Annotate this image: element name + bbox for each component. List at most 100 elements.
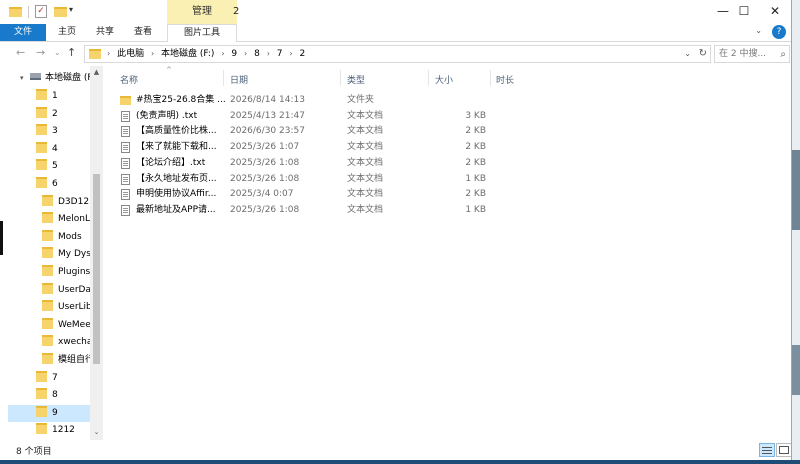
close-button[interactable]: ✕ [752,0,791,24]
navigation-pane: 本地磁盘 (F ▾ 1 2 3 4 5 6D3D12 MelonLo Mods My Dyst P… [0,66,104,440]
collapse-drive-icon[interactable]: ▾ [20,70,30,87]
tab-file[interactable]: 文件 [0,24,46,41]
nav-item-folder[interactable]: 9 [8,404,90,422]
breadcrumb-2[interactable]: 2 [299,49,305,59]
breadcrumb-9[interactable]: 9 [231,49,237,59]
file-row[interactable]: 最新地址及APP请... 2025/3/26 1:08 文本文档 1 KB [116,203,496,218]
help-icon[interactable]: ? [772,25,786,39]
folder-icon [42,353,53,364]
scroll-thumb[interactable] [93,174,100,364]
manage-context-tab[interactable]: 管理 [167,0,237,24]
nav-item-folder[interactable]: 模组自行 [42,352,90,369]
breadcrumb-separator[interactable]: › [151,49,154,58]
scroll-down-icon[interactable]: ⌄ [90,428,103,436]
tab-view[interactable]: 查看 [126,24,160,41]
quick-access-dropdown-icon[interactable]: ▾ [69,5,73,14]
breadcrumb-7[interactable]: 7 [277,49,283,59]
file-date: 2025/3/26 1:08 [230,204,300,215]
up-button[interactable]: ↑ [67,46,76,59]
breadcrumb-drive-f[interactable]: 本地磁盘 (F:) [161,49,214,59]
nav-item-folder[interactable]: Plugins [42,264,90,281]
file-type: 文本文档 [347,142,384,153]
tab-share[interactable]: 共享 [88,24,122,41]
nav-item-label: 1 [52,91,58,101]
back-button[interactable]: ← [16,46,25,59]
new-folder-icon[interactable] [54,7,67,17]
nav-item-label: 5 [52,161,58,172]
item-count: 8 个项目 [16,447,52,457]
nav-item-label: 9 [52,407,58,418]
folder-icon [9,7,22,17]
breadcrumb-8[interactable]: 8 [254,49,260,59]
column-header-date[interactable]: 日期 [230,73,248,86]
nav-item-folder[interactable]: 1212 [36,422,90,439]
file-row[interactable]: (免责声明) .txt 2025/4/13 21:47 文本文档 3 KB [116,109,496,124]
recent-locations-icon[interactable]: ⌄ [54,48,61,57]
file-row[interactable]: 【论坛介绍】.txt 2025/3/26 1:08 文本文档 2 KB [116,156,496,171]
search-icon[interactable]: ⌕ [780,47,786,62]
column-divider[interactable] [428,70,429,86]
file-row[interactable]: 【永久地址发布页... 2025/3/26 1:08 文本文档 1 KB [116,172,496,187]
nav-item-folder[interactable]: UserDat [42,282,90,299]
nav-item-folder[interactable]: 7 [36,370,90,387]
column-divider[interactable] [340,70,341,86]
breadcrumb-separator[interactable]: › [267,49,270,58]
file-row[interactable]: 申明使用协议Affir... 2025/3/4 0:07 文本文档 2 KB [116,187,496,202]
address-dropdown-icon[interactable]: ⌄ [684,46,691,62]
file-row[interactable]: 【来了就能下载和... 2025/3/26 1:07 文本文档 2 KB [116,140,496,155]
nav-item-folder[interactable]: 4 [36,141,90,158]
nav-item-folder[interactable]: 8 [36,387,90,404]
quick-access-separator [28,6,29,18]
nav-item-folder[interactable]: 6 [36,176,90,193]
breadcrumb-separator[interactable]: › [289,49,292,58]
properties-check-icon[interactable]: ✓ [35,5,47,18]
breadcrumb-this-pc[interactable]: 此电脑 [117,49,144,59]
ribbon-expand-icon[interactable]: ⌄ [755,26,762,35]
nav-item-folder[interactable]: Mods [42,229,90,246]
forward-button[interactable]: → [36,46,45,59]
details-view-button[interactable] [759,443,775,457]
file-name: 最新地址及APP请... [136,204,216,215]
file-name: 【来了就能下载和... [136,142,217,153]
column-divider[interactable] [223,70,224,86]
nav-item-folder[interactable]: D3D12 [42,194,90,211]
nav-scrollbar[interactable]: ▲ ⌄ [90,66,103,440]
column-header-size[interactable]: 大小 [435,73,453,86]
tab-home[interactable]: 主页 [50,24,84,41]
folder-icon [42,265,53,276]
nav-item-folder[interactable]: UserLibs [42,299,90,316]
large-icons-view-button[interactable] [776,443,791,457]
ribbon-tabs: 文件 主页 共享 查看 图片工具 ⌄ ? [0,24,791,42]
nav-item-folder[interactable]: 5 [36,158,90,175]
folder-icon [36,388,47,400]
column-header-duration[interactable]: 时长 [496,73,514,86]
search-input[interactable]: 在 2 中搜... ⌕ [714,45,790,63]
nav-item-folder[interactable]: 2 [36,106,90,123]
folder-icon [36,177,47,188]
nav-item-folder[interactable]: MelonLo [42,211,90,228]
scroll-up-icon[interactable]: ▲ [90,68,103,76]
file-date: 2026/6/30 23:57 [230,126,305,137]
breadcrumb-separator[interactable]: › [244,49,247,58]
nav-item-folder[interactable]: 3 [36,123,90,140]
file-row[interactable]: 【高质量性价比株... 2026/6/30 23:57 文本文档 2 KB [116,124,496,139]
file-type: 文本文档 [347,157,384,168]
folder-icon [42,282,53,294]
file-name: (免责声明) .txt [136,110,198,121]
refresh-icon[interactable]: ↻ [699,46,707,62]
address-bar[interactable]: › 此电脑 › 本地磁盘 (F:) › 9 › 8 › 7 › 2 ⌄ ↻ [84,45,711,63]
folder-icon [42,335,53,347]
taskbar [0,460,800,464]
column-divider[interactable] [490,70,491,86]
nav-item-folder[interactable]: WeMeet [42,317,90,334]
nav-item-folder[interactable]: xwechat [42,334,90,351]
file-size: 3 KB [465,110,486,121]
nav-item-drive-f[interactable]: 本地磁盘 (F [30,70,90,87]
nav-item-folder[interactable]: My Dyst [42,246,90,263]
tab-picture-tools[interactable]: 图片工具 [167,24,237,42]
breadcrumb-separator[interactable]: › [221,49,224,58]
file-row[interactable]: #热宝25-26.8合集 ... 2026/8/14 14:13 文件夹 [116,93,496,108]
nav-item-folder[interactable]: 1 [36,88,90,105]
column-header-name[interactable]: 名称 [120,73,138,86]
column-header-type[interactable]: 类型 [347,73,365,86]
